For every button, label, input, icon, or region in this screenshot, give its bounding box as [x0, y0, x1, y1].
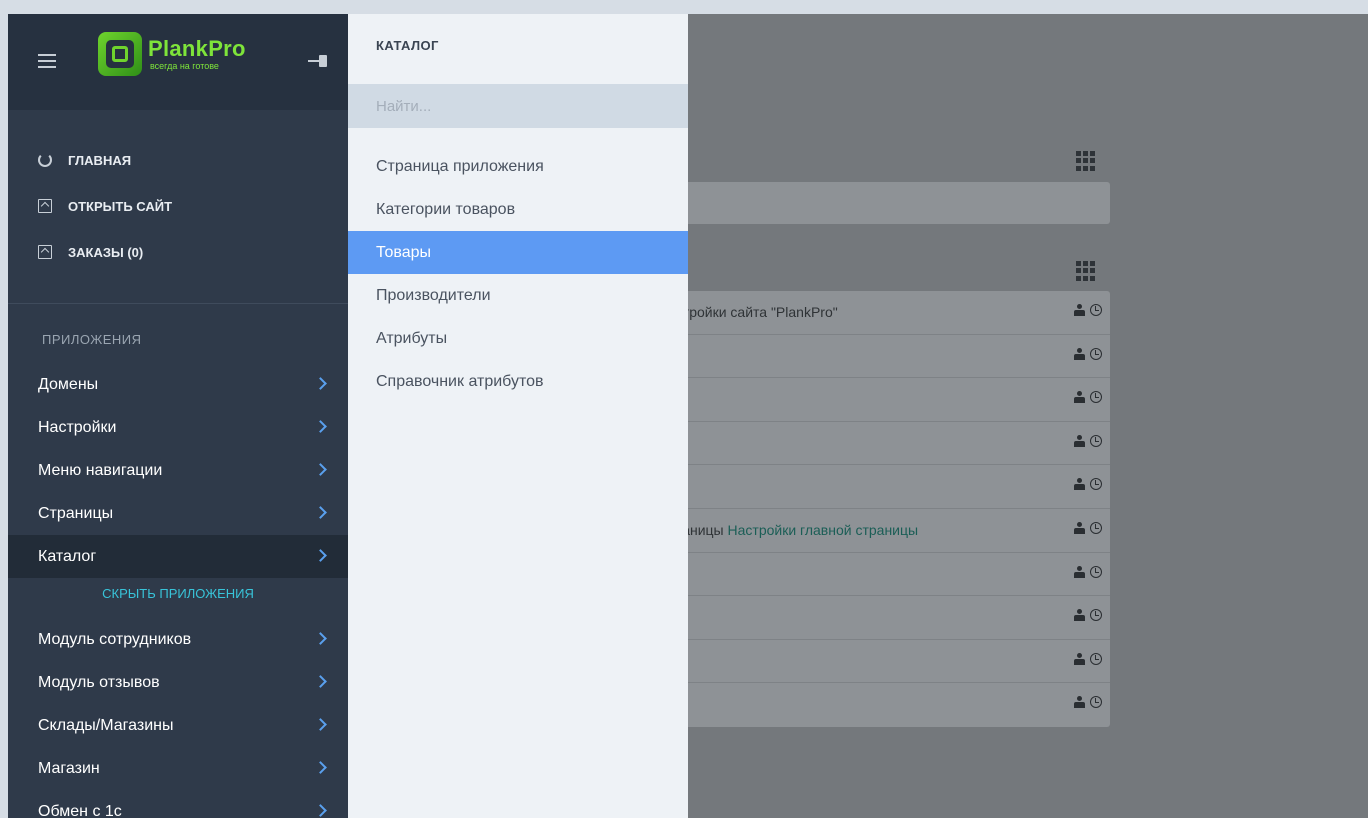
clock-icon: [1090, 478, 1102, 491]
sidebar-item-label: Страницы: [38, 504, 114, 522]
log-row: кт: [668, 553, 1110, 597]
clock-icon: [1090, 565, 1102, 578]
chevron-right-icon: [314, 632, 327, 645]
sidebar: PlankPro всегда на готове ГЛАВНАЯ ОТКРЫТ…: [8, 14, 348, 818]
user-icon: [1074, 696, 1085, 709]
log-row: [668, 335, 1110, 379]
clock-icon: [1090, 304, 1102, 316]
log-row: траницы Настройки главной страницы: [668, 509, 1110, 553]
clock-icon: [1090, 652, 1102, 665]
log-row: [668, 422, 1110, 466]
sidebar-item-staff-module[interactable]: Модуль сотрудников: [8, 618, 348, 661]
user-icon: [1074, 521, 1085, 534]
sidebar-item-settings[interactable]: Настройки: [8, 406, 348, 449]
user-icon: [1074, 304, 1085, 316]
flyout-item-app-page[interactable]: Страница приложения: [348, 145, 688, 188]
sidebar-item-shop[interactable]: Магазин: [8, 747, 348, 790]
flyout-item-attribute-directory[interactable]: Справочник атрибутов: [348, 360, 688, 403]
chevron-right-icon: [314, 420, 327, 433]
sidebar-item-label: Склады/Магазины: [38, 716, 174, 734]
brand-tagline: всегда на готове: [150, 61, 219, 71]
app-window: астройки сайта "PlankPro" траницы Настро…: [8, 14, 1368, 818]
open-site-icon: [38, 199, 52, 213]
log-row: [668, 465, 1110, 509]
logo-mark-icon: [98, 32, 142, 76]
user-icon: [1074, 434, 1085, 447]
quick-link-open-site[interactable]: ОТКРЫТЬ САЙТ: [38, 196, 172, 216]
sidebar-item-label: Обмен с 1с: [38, 802, 122, 818]
sidebar-item-label: Настройки: [38, 418, 117, 436]
sidebar-item-pages[interactable]: Страницы: [8, 492, 348, 535]
flyout-item-product-categories[interactable]: Категории товаров: [348, 188, 688, 231]
log-row: астройки сайта "PlankPro": [668, 291, 1110, 335]
clock-icon: [1090, 391, 1102, 404]
brand-name: PlankPro: [148, 36, 246, 61]
log-text: траницы Настройки главной страницы: [668, 521, 919, 538]
user-icon: [1074, 565, 1085, 578]
orders-icon: [38, 245, 52, 259]
sidebar-item-label: Магазин: [38, 759, 100, 777]
log-row: [668, 596, 1110, 640]
sidebar-item-warehouses[interactable]: Склады/Магазины: [8, 704, 348, 747]
clock-icon: [1090, 521, 1102, 534]
chevron-right-icon: [314, 675, 327, 688]
chevron-right-icon: [314, 506, 327, 519]
sidebar-item-1c-exchange[interactable]: Обмен с 1с: [8, 790, 348, 818]
user-icon: [1074, 391, 1085, 404]
apps-heading: ПРИЛОЖЕНИЯ: [42, 332, 142, 347]
sidebar-item-catalog[interactable]: Каталог: [8, 535, 348, 578]
flyout-item-products[interactable]: Товары: [348, 231, 688, 274]
brand-logo[interactable]: PlankPro всегда на готове: [98, 32, 246, 76]
sidebar-header: PlankPro всегда на готове: [8, 14, 348, 110]
chevron-right-icon: [314, 761, 327, 774]
chevron-right-icon: [314, 549, 327, 562]
log-row: [668, 683, 1110, 727]
hamburger-menu-icon[interactable]: [38, 54, 56, 68]
sidebar-item-navigation-menu[interactable]: Меню навигации: [8, 449, 348, 492]
log-text: астройки сайта "PlankPro": [668, 304, 838, 320]
flyout-search-input[interactable]: [348, 84, 688, 128]
sidebar-item-label: Меню навигации: [38, 461, 163, 479]
log-row: [668, 378, 1110, 422]
clock-icon: [1090, 609, 1102, 622]
widget-grid-icon[interactable]: [1076, 151, 1096, 171]
activity-log-card: астройки сайта "PlankPro" траницы Настро…: [668, 291, 1110, 727]
flyout-item-manufacturers[interactable]: Производители: [348, 274, 688, 317]
user-icon: [1074, 652, 1085, 665]
clock-icon: [1090, 696, 1102, 709]
quick-link-label: ГЛАВНАЯ: [68, 152, 132, 168]
quick-link-label: ЗАКАЗЫ (0): [68, 244, 144, 260]
chevron-right-icon: [314, 718, 327, 731]
sidebar-item-label: Модуль отзывов: [38, 673, 160, 691]
clock-icon: [1090, 347, 1102, 360]
sidebar-item-label: Каталог: [38, 547, 97, 565]
hide-apps-link[interactable]: СКРЫТЬ ПРИЛОЖЕНИЯ: [8, 586, 348, 601]
dashboard-ring-icon: [38, 153, 52, 167]
chevron-right-icon: [314, 804, 327, 817]
catalog-flyout: КАТАЛОГ Страница приложения Категории то…: [348, 14, 688, 818]
clock-icon: [1090, 434, 1102, 447]
content-search-card: [668, 182, 1110, 224]
widget-grid-icon[interactable]: [1076, 261, 1096, 281]
user-icon: [1074, 478, 1085, 491]
sidebar-item-reviews-module[interactable]: Модуль отзывов: [8, 661, 348, 704]
flyout-item-attributes[interactable]: Атрибуты: [348, 317, 688, 360]
sidebar-item-label: Модуль сотрудников: [38, 630, 192, 648]
log-link[interactable]: Настройки главной страницы: [728, 522, 919, 538]
quick-link-home[interactable]: ГЛАВНАЯ: [38, 150, 131, 170]
user-icon: [1074, 347, 1085, 360]
chevron-right-icon: [314, 377, 327, 390]
flyout-title: КАТАЛОГ: [376, 38, 439, 53]
chevron-right-icon: [314, 463, 327, 476]
sidebar-item-domains[interactable]: Домены: [8, 363, 348, 406]
user-icon: [1074, 609, 1085, 622]
pin-icon[interactable]: [308, 54, 330, 68]
sidebar-item-label: Домены: [38, 375, 99, 393]
quick-link-label: ОТКРЫТЬ САЙТ: [68, 198, 173, 214]
sidebar-divider: [8, 303, 348, 304]
log-row: кт: [668, 640, 1110, 684]
quick-link-orders[interactable]: ЗАКАЗЫ (0): [38, 242, 143, 262]
